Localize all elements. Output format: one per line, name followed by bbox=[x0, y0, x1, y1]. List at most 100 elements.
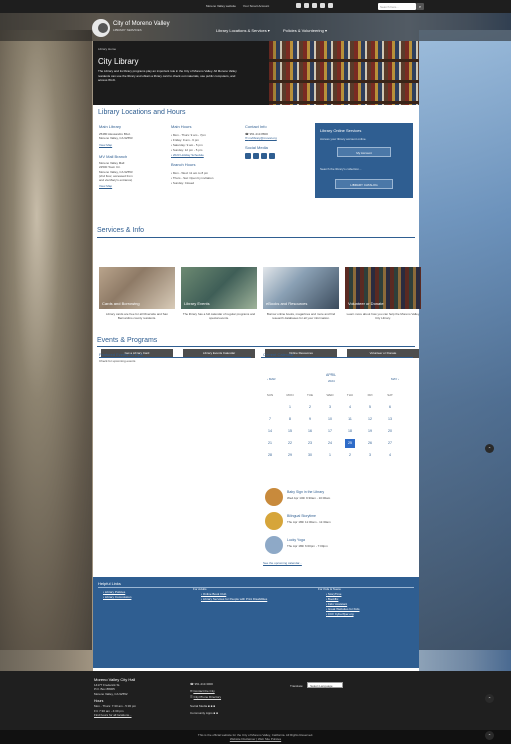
calendar-day[interactable]: 3 bbox=[325, 403, 335, 412]
calendar-day[interactable]: 19 bbox=[365, 427, 375, 436]
calendar-day[interactable]: 3 bbox=[365, 451, 375, 460]
calendar-day[interactable]: 10 bbox=[325, 415, 335, 424]
nav-policies-volunteering[interactable]: Policies & Volunteering ▾ bbox=[283, 28, 327, 33]
footer-directory-link[interactable]: ☰ City Phone Directory bbox=[190, 695, 221, 700]
calendar-day[interactable]: 13 bbox=[385, 415, 395, 424]
calendar-day[interactable]: 4 bbox=[345, 403, 355, 412]
library-commission-link[interactable]: • Library Commission bbox=[103, 595, 131, 600]
event-item[interactable]: Bilingual Storytime Thu Apr 18th 11:00am… bbox=[265, 512, 405, 532]
calendar-day[interactable]: 22 bbox=[285, 439, 295, 448]
calendar-day[interactable]: 29 bbox=[285, 451, 295, 460]
footer-contact-link[interactable]: ✉ Contact the City bbox=[190, 689, 221, 694]
site-brand[interactable]: City of Moreno Valley LIBRARY SERVICES bbox=[113, 21, 170, 32]
service-card-events: Library Events The library has a full ca… bbox=[181, 267, 257, 369]
translate-select[interactable]: Select Language bbox=[307, 682, 344, 688]
disclaimer-links[interactable]: Website Disclaimer | Web Site Policies bbox=[0, 737, 511, 741]
facebook-icon[interactable] bbox=[245, 153, 251, 159]
calendar-day[interactable]: 23 bbox=[305, 439, 315, 448]
calendar-day[interactable]: 21 bbox=[265, 439, 275, 448]
calendar-day[interactable]: 17 bbox=[325, 427, 335, 436]
catalog-text: Search the library's collection... bbox=[320, 167, 362, 171]
branch-hours-heading: Branch Hours bbox=[171, 162, 196, 167]
utility-link-website[interactable]: Moreno Valley website bbox=[206, 4, 236, 8]
main-library-address: 25480 Alessandro Blvd. Moreno Valley, CA… bbox=[99, 132, 133, 147]
scroll-up-button[interactable]: ⌃ bbox=[485, 444, 494, 453]
twitter-icon[interactable] bbox=[328, 3, 333, 8]
instagram-icon[interactable] bbox=[261, 153, 267, 159]
calendar-day[interactable]: 16 bbox=[305, 427, 315, 436]
instagram-icon[interactable] bbox=[304, 3, 309, 8]
event-item[interactable]: Lucky Yoga Thu Apr 18th 6:00pm - 7:00pm bbox=[265, 536, 405, 556]
ebooks-image[interactable]: eBooks and Resources bbox=[263, 267, 339, 309]
facebook-icon[interactable]: ■ bbox=[208, 704, 210, 708]
library-catalog-button[interactable]: LIBRARY CATALOG bbox=[335, 179, 393, 189]
main-library-map-link[interactable]: View Map bbox=[99, 143, 133, 147]
search-input[interactable]: Search here... bbox=[378, 3, 416, 10]
holiday-schedule-link[interactable]: 2023 Holiday Schedule bbox=[171, 153, 206, 158]
nav-locations-services[interactable]: Library Locations & Services ▾ bbox=[216, 28, 270, 33]
search-button[interactable]: ⌕ bbox=[416, 3, 424, 10]
calendar-day[interactable]: 2 bbox=[305, 403, 315, 412]
calendar-day[interactable]: 7 bbox=[265, 415, 275, 424]
branch-hours-list: Mon - Wed: 11 am to 8 pm Thurs - Sat: Op… bbox=[171, 171, 214, 186]
city-logo[interactable] bbox=[92, 19, 110, 37]
facebook-icon[interactable] bbox=[296, 3, 301, 8]
event-item[interactable]: Baby Sign in the Library Wed Apr 10th 9:… bbox=[265, 488, 405, 508]
background-right-photo bbox=[419, 30, 511, 650]
online-services-panel: Library Online Services Access your libr… bbox=[315, 123, 413, 198]
twitter-icon[interactable] bbox=[253, 153, 259, 159]
calendar-day[interactable]: 20 bbox=[385, 427, 395, 436]
calendar-day[interactable]: 5 bbox=[365, 403, 375, 412]
cyberflyer-link[interactable]: • CCF Cyberflyer.org bbox=[326, 612, 360, 617]
back-to-top-button[interactable]: ⌃ bbox=[485, 694, 494, 703]
books-image[interactable]: Cards and Borrowing bbox=[99, 267, 175, 309]
calendar-day[interactable]: 2 bbox=[345, 451, 355, 460]
breadcrumb[interactable]: Library Home bbox=[98, 47, 116, 51]
calendar-day[interactable]: 9 bbox=[305, 415, 315, 424]
calendar-day[interactable]: 1 bbox=[325, 451, 335, 460]
mall-branch-map-link[interactable]: View Map bbox=[99, 184, 133, 188]
youtube-icon[interactable] bbox=[269, 153, 275, 159]
my-account-button[interactable]: My Account bbox=[337, 147, 391, 157]
events-image[interactable]: Library Events bbox=[181, 267, 257, 309]
calendar-day-header: SUN bbox=[266, 393, 274, 397]
app-icon[interactable]: ■ bbox=[216, 711, 218, 715]
calendar-day[interactable]: 15 bbox=[285, 427, 295, 436]
calendar-day[interactable]: 26 bbox=[365, 439, 375, 448]
calendar-day[interactable]: 8 bbox=[285, 415, 295, 424]
brand-name: City of Moreno Valley bbox=[113, 21, 170, 27]
email-link[interactable]: ✉ mvlibrary@moval.org bbox=[245, 136, 277, 140]
contact-heading: Contact Info bbox=[245, 124, 267, 129]
calendar-day[interactable]: 4 bbox=[385, 451, 395, 460]
calendar-day[interactable]: 12 bbox=[365, 415, 375, 424]
print-disabilities-link[interactable]: • Library Services for People with Print… bbox=[201, 597, 267, 602]
background-left-photo bbox=[0, 30, 92, 650]
nextdoor-icon[interactable] bbox=[320, 3, 325, 8]
calendar-next-month[interactable]: MAY › bbox=[391, 377, 399, 381]
calendar-day[interactable]: 24 bbox=[325, 439, 335, 448]
calendar-day[interactable]: 11 bbox=[345, 415, 355, 424]
volunteer-image[interactable]: Volunteer or Donate bbox=[345, 267, 421, 309]
youtube-icon[interactable] bbox=[312, 3, 317, 8]
calendar-day[interactable]: 6 bbox=[385, 403, 395, 412]
services-heading: Services & Info bbox=[97, 227, 145, 234]
calendar-day-header: THU bbox=[346, 393, 354, 397]
hero-description: The Library and its library programs pla… bbox=[98, 69, 237, 82]
calendar-day[interactable]: 30 bbox=[305, 451, 315, 460]
footer-hours-link[interactable]: Find hours for all locations... bbox=[94, 713, 136, 718]
calendar-day-header: MON bbox=[286, 393, 294, 397]
calendar-day[interactable]: 25 bbox=[345, 439, 355, 448]
chevron-up-icon: ⌃ bbox=[487, 733, 492, 738]
calendar-prev-month[interactable]: ‹ MAR bbox=[267, 377, 276, 381]
chevron-up-icon: ⌃ bbox=[487, 696, 492, 701]
calendar-day[interactable]: 18 bbox=[345, 427, 355, 436]
see-more-events-link[interactable]: See the upcoming calendar... bbox=[263, 561, 302, 565]
utility-link-account[interactable]: Your Smart Account bbox=[243, 4, 269, 8]
youtube-icon[interactable]: ■ bbox=[213, 704, 215, 708]
calendar-day[interactable]: 28 bbox=[265, 451, 275, 460]
calendar-day[interactable]: 27 bbox=[385, 439, 395, 448]
library-social-icons bbox=[245, 153, 275, 159]
calendar-day[interactable]: 1 bbox=[285, 403, 295, 412]
back-to-top-button-secondary[interactable]: ⌃ bbox=[485, 731, 494, 740]
calendar-day[interactable]: 14 bbox=[265, 427, 275, 436]
